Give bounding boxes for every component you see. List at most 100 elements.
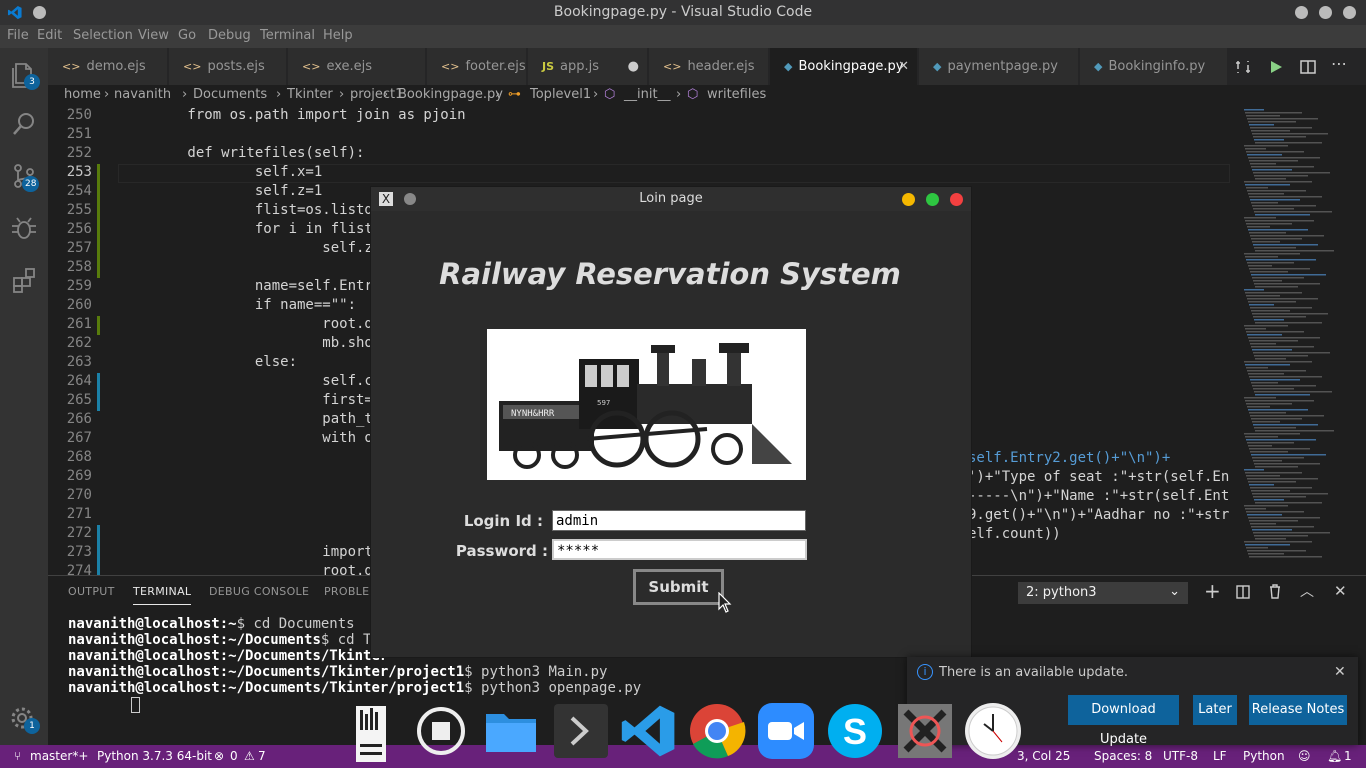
minimap[interactable] — [1230, 105, 1366, 575]
warning-icon: ⚠ — [244, 749, 255, 763]
close-notification-icon[interactable]: ✕ — [1334, 664, 1346, 680]
debug-icon[interactable] — [8, 212, 40, 244]
close-panel-icon[interactable]: ✕ — [1334, 582, 1347, 600]
python-interpreter[interactable]: Python 3.7.3 64-bit — [97, 749, 212, 763]
train-image: NYNH&HRR 597 — [487, 329, 806, 480]
vscode-dock-icon[interactable] — [620, 702, 678, 760]
window-menu-dot-icon[interactable] — [33, 6, 46, 19]
tab-posts-ejs[interactable]: <> posts.ejs — [169, 48, 287, 85]
panel-tab-problems[interactable]: PROBLE — [324, 585, 369, 598]
dialog-close-button[interactable] — [950, 193, 963, 206]
later-button[interactable]: Later — [1193, 695, 1237, 725]
minimize-button[interactable] — [1295, 6, 1308, 19]
split-terminal-icon[interactable] — [1236, 585, 1250, 599]
breadcrumb-project1[interactable]: project1 — [350, 87, 403, 102]
password-input[interactable]: ***** — [552, 539, 807, 560]
system-monitor-icon[interactable] — [346, 700, 400, 768]
menu-selection[interactable]: Selection — [73, 28, 133, 43]
download-update-button[interactable]: Download Update — [1068, 695, 1179, 747]
breadcrumb-file[interactable]: Bookingpage.py — [398, 87, 503, 102]
breadcrumb-documents[interactable]: Documents — [193, 87, 267, 102]
menu-view[interactable]: View — [138, 28, 169, 43]
tab-bookinginfo-py[interactable]: ◆ Bookinginfo.py — [1080, 48, 1228, 85]
tab-app-js[interactable]: JS app.js ● — [528, 48, 648, 85]
code-line: flist=os.listd — [120, 202, 373, 218]
line-number: 256 — [66, 221, 92, 237]
chevron-right-icon: › — [676, 87, 682, 102]
new-terminal-icon[interactable]: + — [1204, 579, 1221, 603]
terminal-separator: : — [219, 632, 229, 648]
settings-badge: 1 — [24, 718, 40, 734]
tab-exe-ejs[interactable]: <> exe.ejs — [288, 48, 426, 85]
editor-tabs: <> demo.ejs <> posts.ejs <> exe.ejs <> foote… — [48, 48, 1366, 85]
git-branch[interactable]: master*+ — [30, 749, 88, 763]
close-tab-icon[interactable]: ✕ — [898, 48, 909, 85]
trash-icon[interactable] — [1268, 584, 1282, 599]
release-notes-button[interactable]: Release Notes — [1249, 695, 1347, 725]
explorer-icon[interactable]: 3 — [8, 58, 40, 90]
breadcrumb-toplevel1[interactable]: Toplevel1 — [530, 87, 591, 102]
submit-button[interactable]: Submit — [633, 569, 724, 605]
feedback-icon[interactable]: ☺ — [1298, 749, 1311, 763]
menu-debug[interactable]: Debug — [208, 28, 251, 43]
breadcrumb-init[interactable]: __init__ — [624, 87, 671, 102]
run-icon[interactable] — [1268, 59, 1284, 75]
terminal-app-icon[interactable] — [552, 702, 610, 760]
tab-demo-ejs[interactable]: <> demo.ejs — [48, 48, 168, 85]
login-id-input[interactable]: admin — [552, 510, 806, 531]
terminal-user: navanith@localhost — [68, 632, 220, 648]
breadcrumb-tkinter[interactable]: Tkinter — [287, 87, 333, 102]
unsaved-dot-icon[interactable]: ● — [628, 48, 639, 85]
source-control-icon[interactable]: 28 — [8, 160, 40, 192]
tab-bookingpage-py[interactable]: ◆ Bookingpage.py ✕ — [770, 48, 918, 85]
tab-header-ejs[interactable]: <> header.ejs — [649, 48, 769, 85]
compare-changes-icon[interactable] — [1235, 59, 1251, 75]
menu-file[interactable]: File — [7, 28, 29, 43]
stop-record-icon[interactable] — [412, 702, 470, 760]
error-count[interactable]: 0 — [230, 749, 238, 763]
line-number: 252 — [66, 145, 92, 161]
branch-icon: ⑂ — [14, 749, 22, 763]
window-title: Bookingpage.py - Visual Studio Code — [553, 4, 813, 20]
tab-footer-ejs[interactable]: <> footer.ejs — [427, 48, 527, 85]
zoom-icon[interactable] — [757, 702, 815, 760]
terminal-path: ~/Documents — [228, 632, 321, 648]
breadcrumb-navanith[interactable]: navanith — [114, 87, 171, 102]
line-number: 270 — [66, 487, 92, 503]
settings-gear-icon[interactable]: 1 — [8, 702, 40, 734]
breadcrumb-home[interactable]: home — [64, 87, 101, 102]
skype-icon[interactable]: S — [826, 702, 884, 760]
line-number: 251 — [66, 126, 92, 142]
dialog-maximize-button[interactable] — [926, 193, 939, 206]
encoding[interactable]: UTF-8 — [1163, 749, 1198, 763]
dialog-minimize-button[interactable] — [902, 193, 915, 206]
more-actions-icon[interactable]: ⋯ — [1331, 54, 1347, 73]
maximize-button[interactable] — [1319, 6, 1332, 19]
clock-icon[interactable] — [964, 702, 1022, 760]
panel-tab-output[interactable]: OUTPUT — [68, 585, 115, 598]
terminal-select[interactable]: 2: python3 ⌄ — [1018, 582, 1188, 604]
files-folder-icon[interactable] — [482, 702, 540, 760]
menu-help[interactable]: Help — [323, 28, 353, 43]
bell-icon[interactable]: 🔔︎ — [1327, 749, 1342, 763]
menu-terminal[interactable]: Terminal — [260, 28, 315, 43]
split-editor-icon[interactable] — [1300, 59, 1316, 75]
language-mode[interactable]: Python — [1243, 749, 1285, 763]
line-number: 266 — [66, 411, 92, 427]
search-icon[interactable] — [8, 108, 40, 140]
panel-tab-debug-console[interactable]: DEBUG CONSOLE — [209, 585, 309, 598]
class-symbol-icon: ⊶ — [508, 87, 521, 102]
notification-count[interactable]: 1 — [1344, 749, 1352, 763]
extensions-icon[interactable] — [8, 264, 40, 296]
menu-edit[interactable]: Edit — [37, 28, 62, 43]
line-endings[interactable]: LF — [1213, 749, 1227, 763]
maximize-panel-icon[interactable]: ︿ — [1300, 581, 1314, 601]
breadcrumb-writefiles[interactable]: writefiles — [707, 87, 766, 102]
menu-go[interactable]: Go — [178, 28, 196, 43]
close-window-button[interactable] — [1343, 6, 1356, 19]
xquartz-icon[interactable] — [896, 702, 954, 760]
chrome-icon[interactable] — [688, 702, 746, 760]
panel-tab-terminal[interactable]: TERMINAL — [133, 585, 192, 605]
warning-count[interactable]: 7 — [258, 749, 266, 763]
tab-paymentpage-py[interactable]: ◆ paymentpage.py — [919, 48, 1079, 85]
